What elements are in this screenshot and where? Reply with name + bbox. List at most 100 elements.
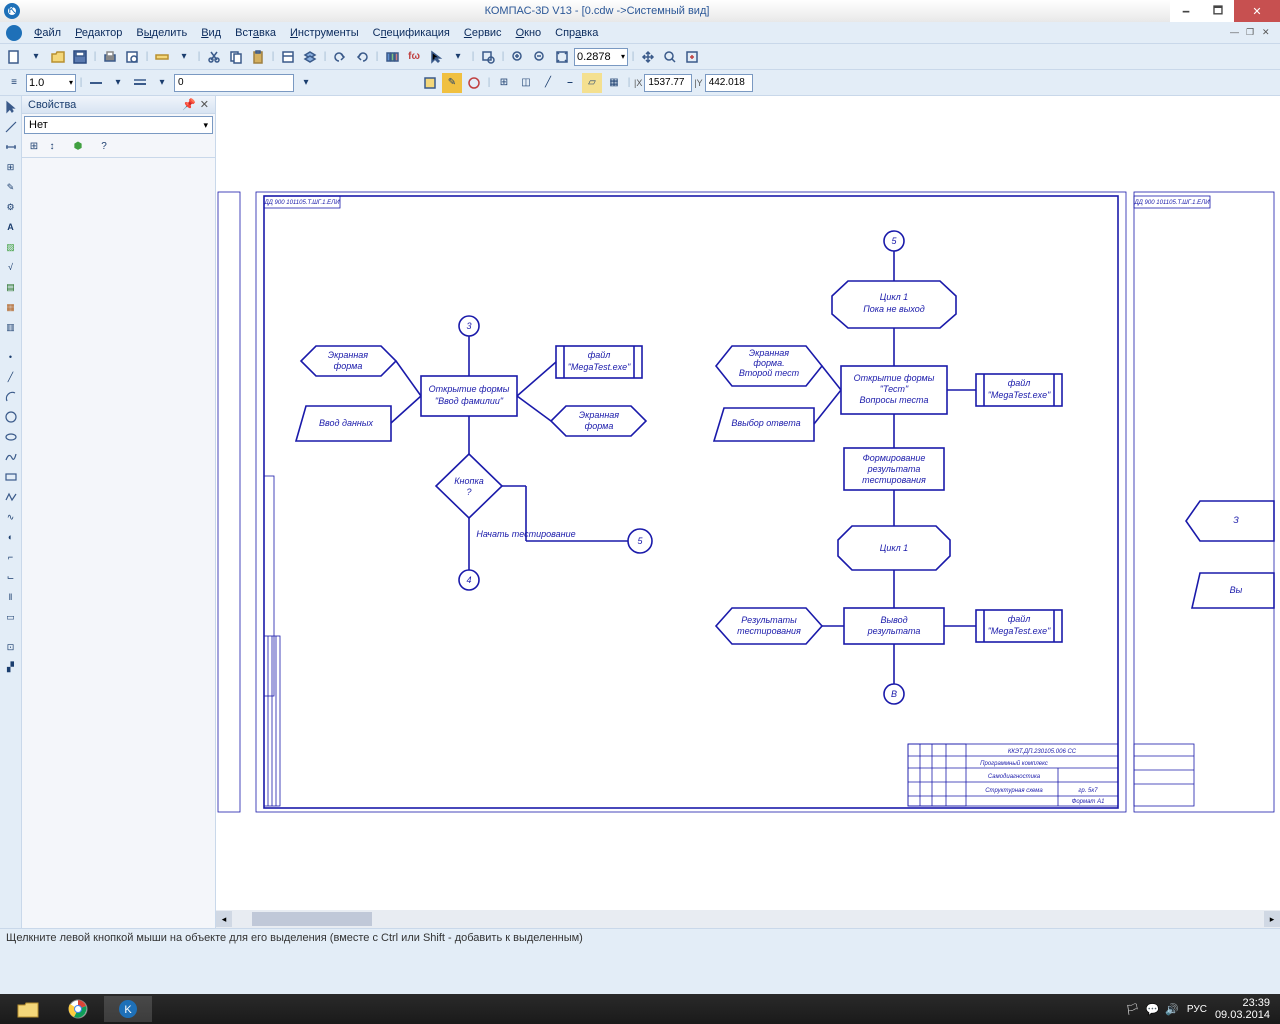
- zoom-window-button[interactable]: [478, 47, 498, 67]
- collect-tool[interactable]: ▭: [2, 608, 20, 626]
- select-tool[interactable]: [2, 98, 20, 116]
- dropdown-icon[interactable]: ▾: [152, 73, 172, 93]
- redraw-button[interactable]: [682, 47, 702, 67]
- variables-button[interactable]: fω: [404, 47, 424, 67]
- paste-button[interactable]: [248, 47, 268, 67]
- new-doc-button[interactable]: [4, 47, 24, 67]
- library-button[interactable]: [382, 47, 402, 67]
- dropdown-icon[interactable]: ▾: [174, 47, 194, 67]
- dim-tool[interactable]: [2, 138, 20, 156]
- rect-tool[interactable]: [2, 468, 20, 486]
- t2-snap4[interactable]: ⎯: [560, 73, 580, 93]
- line-tool[interactable]: [2, 118, 20, 136]
- spline-tool[interactable]: [2, 448, 20, 466]
- tray-volume-icon[interactable]: 🔊: [1165, 1003, 1179, 1016]
- arc-tool[interactable]: [2, 388, 20, 406]
- circle-tool[interactable]: [2, 408, 20, 426]
- menu-view[interactable]: Вид: [195, 25, 227, 41]
- chamfer-tool[interactable]: ⌙: [2, 568, 20, 586]
- minimize-button[interactable]: 🗕: [1170, 0, 1202, 22]
- horizontal-scrollbar[interactable]: ◂ ▸: [216, 910, 1280, 928]
- sheet-tool[interactable]: ▤: [2, 278, 20, 296]
- text-tool[interactable]: A: [2, 218, 20, 236]
- t2-btn-a[interactable]: [420, 73, 440, 93]
- taskbar-clock[interactable]: 23:39 09.03.2014: [1215, 997, 1276, 1021]
- task-chrome[interactable]: [54, 996, 102, 1022]
- menu-service[interactable]: Сервис: [458, 25, 508, 41]
- properties-button[interactable]: [278, 47, 298, 67]
- zoom-out-button[interactable]: [530, 47, 550, 67]
- help-pointer-button[interactable]: [426, 47, 446, 67]
- fillet-tool[interactable]: ⌐: [2, 548, 20, 566]
- zoom-fit-button[interactable]: [552, 47, 572, 67]
- spec-tool[interactable]: ▦: [2, 298, 20, 316]
- open-button[interactable]: [48, 47, 68, 67]
- props-tb-1[interactable]: ⊞: [26, 139, 42, 155]
- t2-snap1[interactable]: ⊞: [494, 73, 514, 93]
- ellipse-tool[interactable]: [2, 428, 20, 446]
- t2-icon1[interactable]: ≡: [4, 73, 24, 93]
- offset-tool[interactable]: ‖: [2, 588, 20, 606]
- scale-combo[interactable]: 1.0▾: [26, 74, 76, 92]
- segment-tool[interactable]: ╱: [2, 368, 20, 386]
- props-tb-2[interactable]: ↕: [44, 139, 60, 155]
- props-tb-3[interactable]: ⬢: [70, 139, 86, 155]
- undo-button[interactable]: [330, 47, 350, 67]
- mdi-minimize-icon[interactable]: —: [1230, 27, 1242, 39]
- print-button[interactable]: [100, 47, 120, 67]
- menu-tools[interactable]: Инструменты: [284, 25, 365, 41]
- tray-flag-icon[interactable]: 🏳: [1126, 1003, 1140, 1016]
- t2-snap6[interactable]: ▦: [604, 73, 624, 93]
- scroll-left-arrow[interactable]: ◂: [216, 911, 232, 927]
- continuous-tool[interactable]: ∿: [2, 508, 20, 526]
- pan-button[interactable]: [638, 47, 658, 67]
- layer-input[interactable]: [174, 74, 294, 92]
- menu-window[interactable]: Окно: [510, 25, 548, 41]
- menu-help[interactable]: Справка: [549, 25, 604, 41]
- scroll-thumb[interactable]: [252, 912, 372, 926]
- roughness-tool[interactable]: √: [2, 258, 20, 276]
- region-tool[interactable]: ◐: [2, 528, 20, 546]
- coord-y-input[interactable]: [705, 74, 753, 92]
- mdi-restore-icon[interactable]: ❐: [1246, 27, 1258, 39]
- dropdown-icon[interactable]: ▾: [448, 47, 468, 67]
- zoom-combo[interactable]: 0.2878▾: [574, 48, 628, 66]
- dropdown-icon[interactable]: ▾: [108, 73, 128, 93]
- t2-linestyle[interactable]: [86, 73, 106, 93]
- cut-button[interactable]: [204, 47, 224, 67]
- zoom-in-button[interactable]: [508, 47, 528, 67]
- redo-button[interactable]: [352, 47, 372, 67]
- mdi-close-icon[interactable]: ✕: [1262, 27, 1274, 39]
- aux2-tool[interactable]: ▞: [2, 658, 20, 676]
- grid-tool[interactable]: ⊞: [2, 158, 20, 176]
- t2-snap3[interactable]: ╱: [538, 73, 558, 93]
- save-button[interactable]: [70, 47, 90, 67]
- coord-x-input[interactable]: [644, 74, 692, 92]
- scroll-right-arrow[interactable]: ▸: [1264, 911, 1280, 927]
- props-filter-combo[interactable]: Нет▾: [24, 116, 213, 134]
- menu-editor[interactable]: Редактор: [69, 25, 128, 41]
- report-tool[interactable]: ▥: [2, 318, 20, 336]
- aux-tool[interactable]: ⊡: [2, 638, 20, 656]
- dropdown-icon[interactable]: ▾: [26, 47, 46, 67]
- menu-file[interactable]: Файл: [28, 25, 67, 41]
- t2-btn-c[interactable]: [464, 73, 484, 93]
- maximize-button[interactable]: 🗖: [1202, 0, 1234, 22]
- panel-close-icon[interactable]: ✕: [200, 98, 209, 111]
- input-language[interactable]: РУС: [1187, 1004, 1207, 1015]
- tray-chat-icon[interactable]: 💬: [1146, 1003, 1160, 1016]
- menu-select[interactable]: Выделить: [130, 25, 193, 41]
- dropdown-icon[interactable]: ▾: [296, 73, 316, 93]
- param-tool[interactable]: ⚙: [2, 198, 20, 216]
- menu-spec[interactable]: Спецификация: [367, 25, 456, 41]
- task-kompas[interactable]: K: [104, 996, 152, 1022]
- t2-btn-b[interactable]: ✎: [442, 73, 462, 93]
- close-button[interactable]: ✕: [1234, 0, 1280, 22]
- pin-icon[interactable]: 📌: [182, 98, 196, 111]
- point-tool[interactable]: •: [2, 348, 20, 366]
- task-explorer[interactable]: [4, 996, 52, 1022]
- t2-snap2[interactable]: ◫: [516, 73, 536, 93]
- system-tray[interactable]: 🏳 💬 🔊: [1126, 1003, 1179, 1016]
- preview-button[interactable]: [122, 47, 142, 67]
- t2-snap5[interactable]: ▱: [582, 73, 602, 93]
